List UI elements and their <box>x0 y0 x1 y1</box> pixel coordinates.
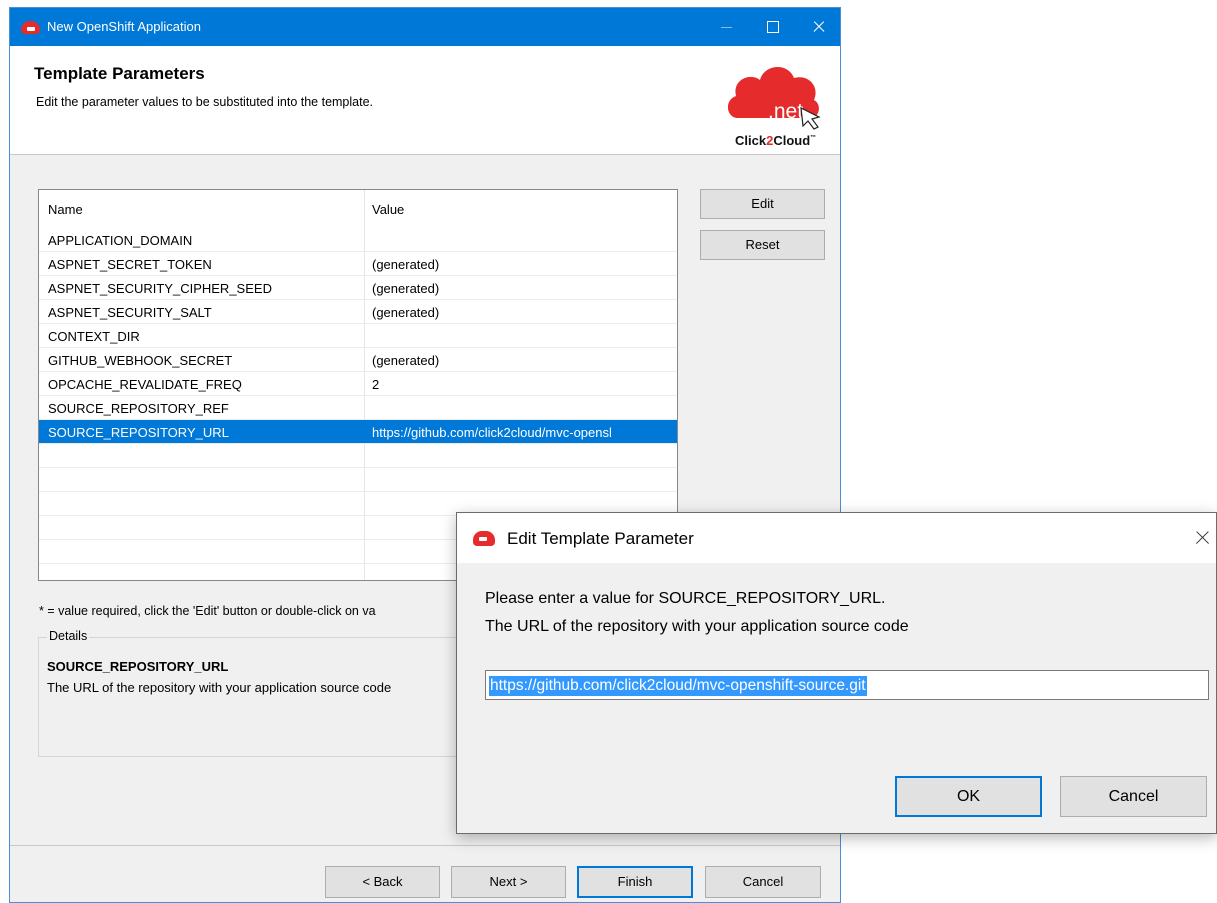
param-value: 2 <box>372 377 380 392</box>
details-group: Details SOURCE_REPOSITORY_URL The URL of… <box>38 629 468 757</box>
dialog-close-icon[interactable] <box>1186 521 1216 553</box>
param-name: OPCACHE_REVALIDATE_FREQ <box>48 377 242 392</box>
param-name: SOURCE_REPOSITORY_URL <box>48 425 229 440</box>
param-name: SOURCE_REPOSITORY_REF <box>48 401 229 416</box>
param-value: https://github.com/click2cloud/mvc-opens… <box>372 425 612 440</box>
app-icon <box>21 21 40 34</box>
logo-tm: ™ <box>810 134 816 141</box>
edit-parameter-dialog: Edit Template Parameter Please enter a v… <box>456 512 1217 834</box>
next-button[interactable]: Next > <box>451 866 566 898</box>
wizard-header: Template Parameters Edit the parameter v… <box>10 46 840 155</box>
required-note: * = value required, click the 'Edit' but… <box>39 604 376 618</box>
click2cloud-logo: .net Click2Cloud™ <box>727 66 821 148</box>
logo-brand-3: Cloud <box>773 133 810 148</box>
param-name: APPLICATION_DOMAIN <box>48 233 193 248</box>
dialog-title: Edit Template Parameter <box>507 529 694 548</box>
maximize-icon[interactable] <box>750 8 796 46</box>
table-row[interactable]: GITHUB_WEBHOOK_SECRET (generated) <box>39 348 677 372</box>
param-name: CONTEXT_DIR <box>48 329 140 344</box>
details-param-desc: The URL of the repository with your appl… <box>47 680 392 695</box>
empty-row <box>39 444 677 468</box>
param-name: ASPNET_SECURITY_CIPHER_SEED <box>48 281 272 296</box>
dialog-message-2: The URL of the repository with your appl… <box>485 618 909 635</box>
page-title: Template Parameters <box>34 64 205 83</box>
close-icon[interactable] <box>796 8 842 46</box>
param-name: ASPNET_SECURITY_SALT <box>48 305 212 320</box>
table-header: Name Value <box>39 190 677 228</box>
table-row-selected[interactable]: SOURCE_REPOSITORY_URL https://github.com… <box>39 420 677 444</box>
back-button[interactable]: < Back <box>325 866 440 898</box>
table-row[interactable]: OPCACHE_REVALIDATE_FREQ 2 <box>39 372 677 396</box>
cancel-button[interactable]: Cancel <box>705 866 821 898</box>
param-name: GITHUB_WEBHOOK_SECRET <box>48 353 233 368</box>
dialog-app-icon <box>473 531 495 546</box>
table-row[interactable]: ASPNET_SECURITY_CIPHER_SEED (generated) <box>39 276 677 300</box>
svg-text:Click2Cloud™: Click2Cloud™ <box>735 133 816 148</box>
page-description: Edit the parameter values to be substitu… <box>36 95 374 109</box>
dialog-cancel-button[interactable]: Cancel <box>1060 776 1207 817</box>
logo-brand-2: 2 <box>766 133 773 148</box>
input-selected-text: https://github.com/click2cloud/mvc-opens… <box>489 676 867 696</box>
reset-button[interactable]: Reset <box>700 230 825 260</box>
table-row[interactable]: ASPNET_SECURITY_SALT (generated) <box>39 300 677 324</box>
table-row[interactable]: CONTEXT_DIR <box>39 324 677 348</box>
empty-row <box>39 468 677 492</box>
table-row[interactable]: APPLICATION_DOMAIN <box>39 228 677 252</box>
minimize-icon[interactable] <box>704 8 750 46</box>
param-name: ASPNET_SECRET_TOKEN <box>48 257 212 272</box>
footer-divider <box>10 845 840 846</box>
param-value: (generated) <box>372 281 440 296</box>
title-bar[interactable]: New OpenShift Application <box>10 8 840 46</box>
dialog-message-1: Please enter a value for SOURCE_REPOSITO… <box>485 590 886 607</box>
column-header-value[interactable]: Value <box>372 202 404 217</box>
param-value: (generated) <box>372 353 440 368</box>
details-param-name: SOURCE_REPOSITORY_URL <box>47 659 229 674</box>
table-row[interactable]: ASPNET_SECRET_TOKEN (generated) <box>39 252 677 276</box>
ok-button[interactable]: OK <box>895 776 1042 817</box>
column-header-name[interactable]: Name <box>48 202 83 217</box>
window-title: New OpenShift Application <box>47 19 201 34</box>
parameter-value-input[interactable]: https://github.com/click2cloud/mvc-opens… <box>485 670 1209 700</box>
finish-button[interactable]: Finish <box>577 866 693 898</box>
details-legend: Details <box>47 629 90 643</box>
param-value: (generated) <box>372 257 440 272</box>
logo-net-text: .net <box>768 100 803 123</box>
edit-button[interactable]: Edit <box>700 189 825 219</box>
dialog-title-bar[interactable]: Edit Template Parameter <box>457 513 1216 563</box>
param-value: (generated) <box>372 305 440 320</box>
table-row[interactable]: SOURCE_REPOSITORY_REF <box>39 396 677 420</box>
logo-brand-1: Click <box>735 133 767 148</box>
